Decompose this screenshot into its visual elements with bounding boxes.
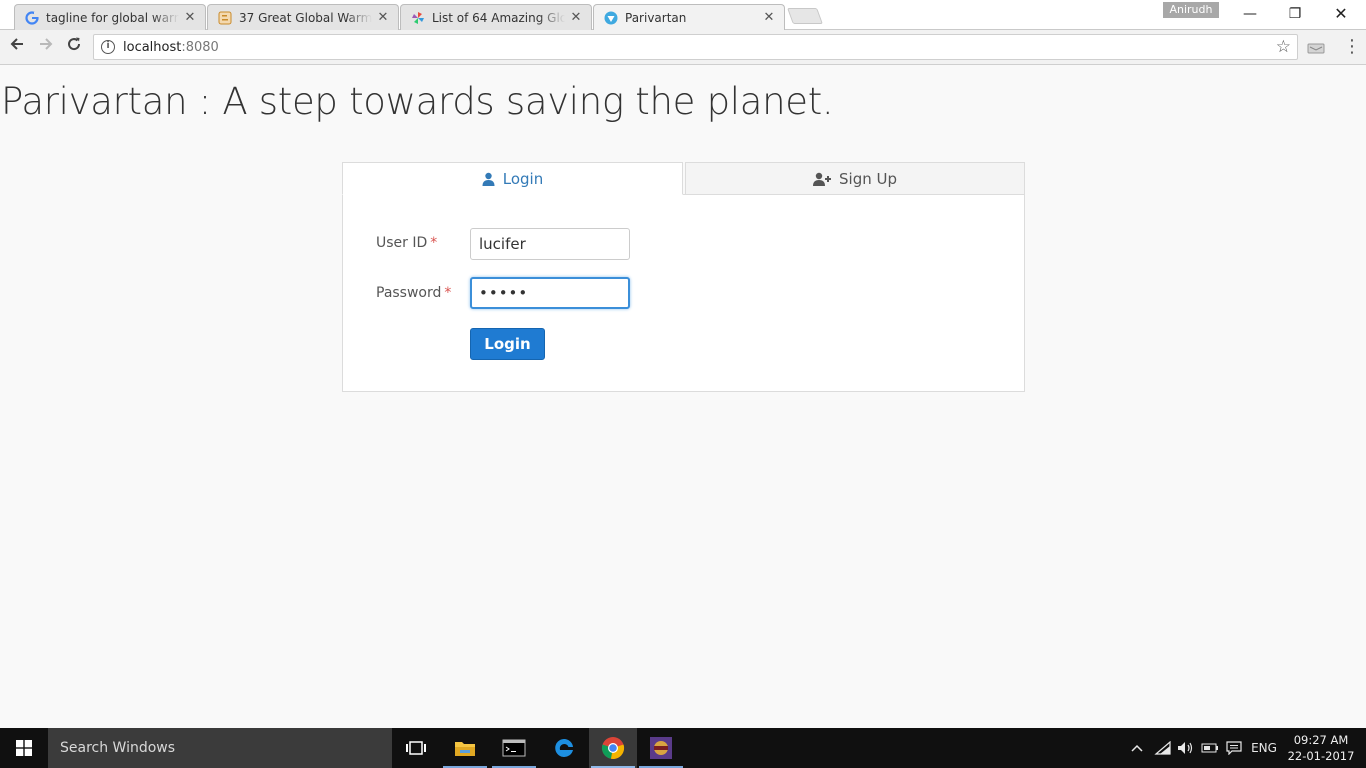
- browser-tab-4-active[interactable]: Parivartan ✕: [593, 4, 785, 30]
- pinwheel-icon: [411, 11, 425, 25]
- address-bar[interactable]: i localhost:8080 ☆: [93, 34, 1298, 60]
- close-tab-icon[interactable]: ✕: [762, 10, 776, 25]
- browser-tabstrip: tagline for global warmin ✕ 37 Great Glo…: [0, 0, 1366, 30]
- close-tab-icon[interactable]: ✕: [376, 10, 390, 25]
- userid-label: User ID *: [376, 235, 438, 251]
- blogger-icon: [218, 11, 232, 25]
- userid-input[interactable]: lucifer: [470, 228, 630, 260]
- tab-login[interactable]: Login: [342, 162, 683, 195]
- tab-login-label: Login: [502, 169, 544, 188]
- tab-title: Parivartan: [625, 10, 687, 25]
- close-tab-icon[interactable]: ✕: [569, 10, 583, 25]
- tab-title: 37 Great Global Warming: [239, 10, 372, 25]
- user-icon: [482, 172, 495, 186]
- clock-date: 22-01-2017: [1287, 749, 1355, 763]
- chrome-icon[interactable]: [589, 728, 637, 768]
- terminal-icon[interactable]: [490, 728, 538, 768]
- login-panel: User ID * lucifer Password * ••••• Login: [342, 194, 1025, 392]
- taskbar-clock[interactable]: 09:27 AM 22-01-2017: [1286, 732, 1356, 764]
- close-tab-icon[interactable]: ✕: [183, 10, 197, 25]
- browser-tab-3[interactable]: List of 64 Amazing Globa ✕: [400, 4, 592, 30]
- wifi-icon[interactable]: [1152, 728, 1174, 768]
- back-icon[interactable]: [6, 36, 28, 58]
- clock-time: 09:27 AM: [1293, 733, 1349, 747]
- restore-icon[interactable]: ❐: [1272, 2, 1318, 26]
- browser-tab-1[interactable]: tagline for global warmin ✕: [14, 4, 206, 30]
- google-icon: [25, 10, 39, 25]
- task-view-icon[interactable]: [392, 728, 440, 768]
- taskbar-search-input[interactable]: Search Windows: [48, 728, 392, 768]
- parivartan-icon: [604, 11, 618, 25]
- battery-icon[interactable]: [1199, 728, 1221, 768]
- new-tab-button[interactable]: [787, 8, 823, 24]
- required-mark: *: [444, 285, 452, 301]
- tab-title: List of 64 Amazing Globa: [432, 10, 565, 25]
- edge-icon[interactable]: [540, 728, 588, 768]
- windows-start-icon[interactable]: [0, 728, 48, 768]
- notifications-icon[interactable]: [1223, 728, 1245, 768]
- forward-icon[interactable]: [35, 36, 57, 58]
- password-input[interactable]: •••••: [470, 277, 630, 309]
- login-button[interactable]: Login: [470, 328, 545, 360]
- show-hidden-icons-icon[interactable]: [1127, 728, 1147, 768]
- browser-menu-icon[interactable]: ⋮: [1343, 37, 1361, 57]
- bookmark-star-icon[interactable]: ☆: [1276, 37, 1291, 57]
- user-plus-icon: [813, 172, 831, 186]
- language-indicator[interactable]: ENG: [1248, 728, 1280, 768]
- extension-icon[interactable]: [1307, 39, 1325, 54]
- file-explorer-icon[interactable]: [441, 728, 489, 768]
- volume-icon[interactable]: [1175, 728, 1197, 768]
- required-mark: *: [430, 235, 438, 251]
- address-url: localhost:8080: [123, 39, 219, 55]
- site-info-icon[interactable]: i: [101, 40, 115, 54]
- windows-taskbar: Search Windows ENG 09:27 AM 22-01-2017: [0, 728, 1366, 768]
- password-label: Password *: [376, 285, 452, 301]
- minimize-icon[interactable]: —: [1227, 2, 1273, 26]
- tab-signup[interactable]: Sign Up: [685, 162, 1025, 195]
- browser-toolbar: i localhost:8080 ☆ ⋮: [0, 30, 1366, 65]
- tab-title: tagline for global warmin: [46, 10, 179, 25]
- page-title: Parivartan : A step towards saving the p…: [1, 80, 834, 123]
- reload-icon[interactable]: [63, 36, 85, 58]
- browser-tab-2[interactable]: 37 Great Global Warming ✕: [207, 4, 399, 30]
- auth-tabs: Login Sign Up: [342, 162, 1025, 195]
- tab-signup-label: Sign Up: [839, 169, 897, 188]
- profile-badge[interactable]: Anirudh: [1163, 2, 1219, 18]
- window-close-icon[interactable]: ✕: [1318, 2, 1364, 26]
- game-icon[interactable]: [637, 728, 685, 768]
